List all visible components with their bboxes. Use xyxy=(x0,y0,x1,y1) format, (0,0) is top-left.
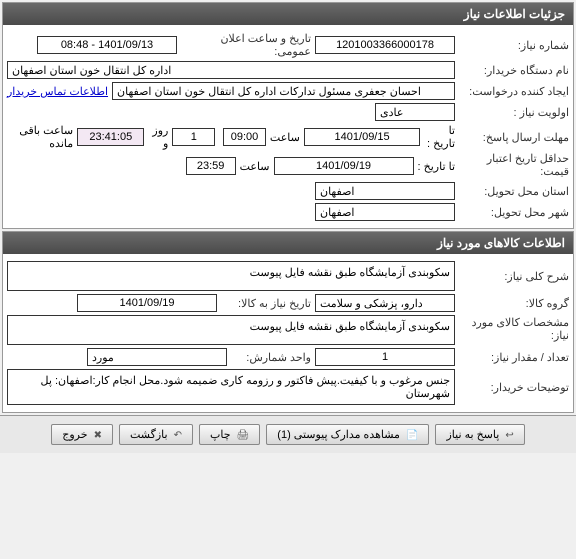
reply-icon: ↩ xyxy=(505,430,513,441)
row-province: استان محل تحویل: اصفهان xyxy=(7,182,569,200)
buyer-contact-link[interactable]: اطلاعات تماس خریدار xyxy=(7,85,108,98)
need-details-body: شماره نیاز: 1201003366000178 تاریخ و ساع… xyxy=(3,25,573,228)
row-group: گروه کالا: دارو، پزشکی و سلامت تاریخ نیا… xyxy=(7,294,569,312)
row-deadline: مهلت ارسال پاسخ: تا تاریخ : 1401/09/15 س… xyxy=(7,124,569,150)
document-icon: 📄 xyxy=(406,430,418,441)
qty-field: 1 xyxy=(315,348,455,366)
exit-button-label: خروج xyxy=(62,429,87,441)
print-button-label: چاپ xyxy=(210,429,231,441)
deadline-date-field: 1401/09/15 xyxy=(304,128,420,146)
row-notes: توضیحات خریدار: جنس مرغوب و با کیفیت.پیش… xyxy=(7,369,569,405)
row-creator: ایجاد کننده درخواست: احسان جعفری مسئول ت… xyxy=(7,82,569,100)
exit-icon: ✖ xyxy=(94,430,102,441)
group-field: دارو، پزشکی و سلامت xyxy=(315,294,455,312)
need-details-panel: جزئیات اطلاعات نیاز شماره نیاز: 12010033… xyxy=(2,2,574,229)
to-date-label-2: تا تاریخ : xyxy=(418,160,455,173)
back-icon: ↶ xyxy=(174,430,182,441)
need-details-header: جزئیات اطلاعات نیاز xyxy=(3,3,573,25)
to-date-label-1: تا تاریخ : xyxy=(424,124,455,150)
days-unit-label: روز و xyxy=(148,124,168,150)
unit-field: مورد xyxy=(87,348,227,366)
row-req-number: شماره نیاز: 1201003366000178 تاریخ و ساع… xyxy=(7,32,569,58)
goods-info-panel: اطلاعات کالاهای مورد نیاز شرح کلی نیاز: … xyxy=(2,231,574,413)
spec-field: سکوبندی آزمایشگاه طبق نقشه فایل پیوست xyxy=(7,315,455,345)
desc-field: سکوبندی آزمایشگاه طبق نقشه فایل پیوست xyxy=(7,261,455,291)
countdown-field: 23:41:05 xyxy=(77,128,144,146)
deadline-time-field: 09:00 xyxy=(223,128,266,146)
need-date-label: تاریخ نیاز به کالا: xyxy=(221,297,311,310)
notes-label: توضیحات خریدار: xyxy=(459,381,569,394)
priority-field: عادی xyxy=(375,103,455,121)
row-buyer: نام دستگاه خریدار: اداره کل انتقال خون ا… xyxy=(7,61,569,79)
notes-field: جنس مرغوب و با کیفیت.پیش فاکتور و رزومه … xyxy=(7,369,455,405)
req-number-label: شماره نیاز: xyxy=(459,39,569,52)
validity-date-field: 1401/09/19 xyxy=(274,157,414,175)
validity-label: حداقل تاریخ اعتبار قیمت: xyxy=(459,153,569,179)
province-label: استان محل تحویل: xyxy=(459,185,569,198)
button-bar: ↩ پاسخ به نیاز 📄 مشاهده مدارک پیوستی (1)… xyxy=(0,415,576,453)
creator-label: ایجاد کننده درخواست: xyxy=(459,85,569,98)
province-field: اصفهان xyxy=(315,182,455,200)
announce-label: تاریخ و ساعت اعلان عمومی: xyxy=(181,32,311,58)
days-field: 1 xyxy=(172,128,215,146)
back-button-label: بازگشت xyxy=(130,429,168,441)
unit-label: واحد شمارش: xyxy=(231,351,311,364)
row-priority: اولویت نیاز : عادی xyxy=(7,103,569,121)
row-qty: تعداد / مقدار نیاز: 1 واحد شمارش: مورد xyxy=(7,348,569,366)
creator-field: احسان جعفری مسئول تدارکات اداره کل انتقا… xyxy=(112,82,455,100)
city-field: اصفهان xyxy=(315,203,455,221)
validity-time-field: 23:59 xyxy=(186,157,236,175)
respond-button-label: پاسخ به نیاز xyxy=(446,429,499,441)
print-icon: 🖨 xyxy=(237,430,250,441)
row-city: شهر محل تحویل: اصفهان xyxy=(7,203,569,221)
qty-label: تعداد / مقدار نیاز: xyxy=(459,351,569,364)
priority-label: اولویت نیاز : xyxy=(459,106,569,119)
row-spec: مشخصات کالای مورد نیاز: سکوبندی آزمایشگا… xyxy=(7,315,569,345)
back-button[interactable]: ↶ بازگشت xyxy=(119,424,193,445)
exit-button[interactable]: ✖ خروج xyxy=(51,424,113,445)
desc-label: شرح کلی نیاز: xyxy=(459,270,569,283)
goods-info-header: اطلاعات کالاهای مورد نیاز xyxy=(3,232,573,254)
row-desc: شرح کلی نیاز: سکوبندی آزمایشگاه طبق نقشه… xyxy=(7,261,569,291)
group-label: گروه کالا: xyxy=(459,297,569,310)
time-label-2: ساعت xyxy=(240,160,270,173)
row-validity: حداقل تاریخ اعتبار قیمت: تا تاریخ : 1401… xyxy=(7,153,569,179)
time-label-1: ساعت xyxy=(270,131,300,144)
attachments-button[interactable]: 📄 مشاهده مدارک پیوستی (1) xyxy=(266,424,429,445)
print-button[interactable]: 🖨 چاپ xyxy=(199,424,260,445)
buyer-label: نام دستگاه خریدار: xyxy=(459,64,569,77)
req-number-field: 1201003366000178 xyxy=(315,36,455,54)
buyer-field: اداره کل انتقال خون استان اصفهان xyxy=(7,61,455,79)
need-date-field: 1401/09/19 xyxy=(77,294,217,312)
announce-field: 1401/09/13 - 08:48 xyxy=(37,36,177,54)
remaining-label: ساعت باقی مانده xyxy=(7,124,73,150)
goods-info-body: شرح کلی نیاز: سکوبندی آزمایشگاه طبق نقشه… xyxy=(3,254,573,412)
spec-label: مشخصات کالای مورد نیاز: xyxy=(459,317,569,343)
deadline-label: مهلت ارسال پاسخ: xyxy=(459,131,569,144)
respond-button[interactable]: ↩ پاسخ به نیاز xyxy=(435,424,524,445)
attachments-button-label: مشاهده مدارک پیوستی (1) xyxy=(277,429,400,441)
city-label: شهر محل تحویل: xyxy=(459,206,569,219)
